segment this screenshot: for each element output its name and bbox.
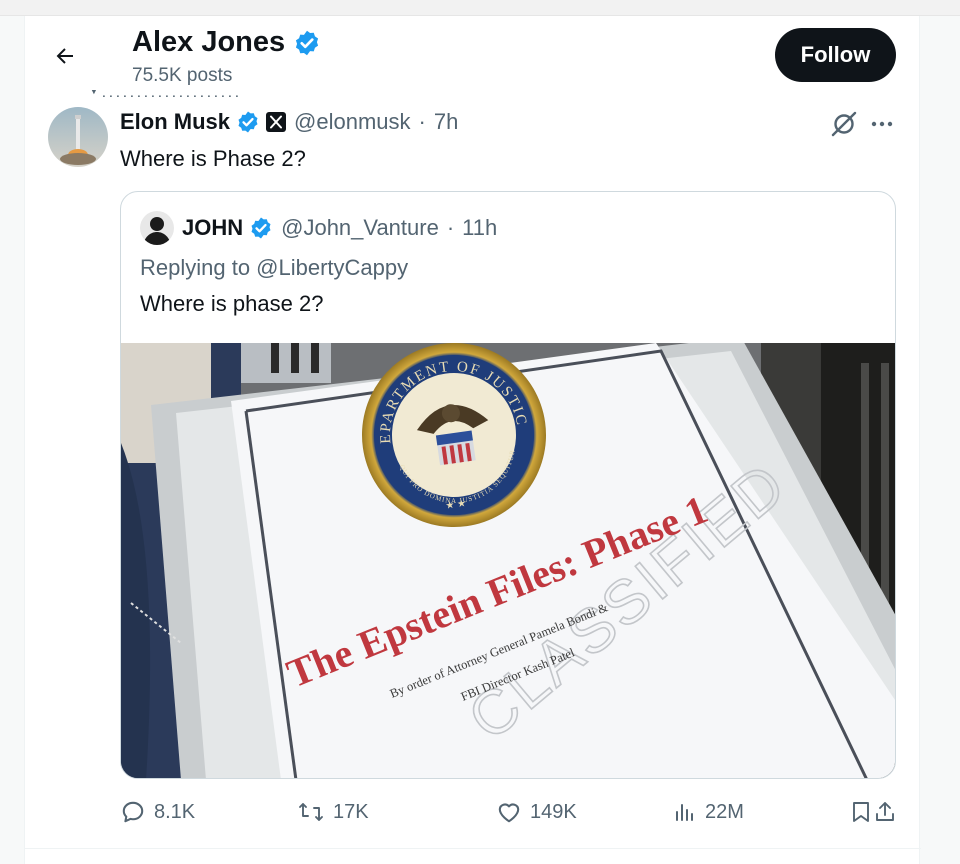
share-icon <box>876 802 894 821</box>
like-count: 149K <box>530 800 577 823</box>
timeline-column: Alex Jones 75.5K posts Follow ▼ ̣ ̣ ̣ ̣ … <box>24 16 921 864</box>
views-chart-icon <box>676 804 693 821</box>
reply-action[interactable]: 8.1K <box>120 795 195 829</box>
repost-action[interactable]: 17K <box>297 795 369 829</box>
follow-button[interactable]: Follow <box>775 28 896 82</box>
profile-name: Alex Jones <box>132 26 286 58</box>
verified-badge-icon <box>238 111 258 133</box>
quote-time[interactable]: 11h <box>462 215 497 241</box>
quote-image[interactable]: DEPARTMENT OF JUSTICE QUI PRO DOMINA JUS… <box>121 337 895 778</box>
post-divider <box>25 848 921 849</box>
more-options-icon[interactable] <box>867 111 897 137</box>
clipped-context-text: ▼ ̣ ̣ ̣ ̣ ̣ ̣ ̣ ̣ ̣ ̣ ̣ ̣ ̣ ̣ ̣ ̣ ̣ ̣ ̣ … <box>85 90 305 100</box>
browser-top-strip <box>0 0 960 16</box>
back-arrow-icon[interactable] <box>49 40 81 72</box>
reply-icon <box>122 801 144 823</box>
john-avatar[interactable] <box>140 211 174 245</box>
profile-title: Alex Jones <box>132 26 321 59</box>
elon-avatar[interactable] <box>48 107 108 167</box>
post-handle[interactable]: @elonmusk <box>294 109 411 135</box>
verified-badge-icon <box>296 30 319 55</box>
repost-count: 17K <box>333 800 369 823</box>
dot-separator: · <box>418 109 426 134</box>
post-header: Elon Musk @elonmusk · 7h <box>120 107 458 137</box>
post-text: Where is Phase 2? <box>120 146 306 171</box>
bookmark-action[interactable] <box>849 795 873 829</box>
dot-separator: · <box>446 215 455 240</box>
posts-count: 75.5K posts <box>132 65 233 86</box>
reply-count: 8.1K <box>154 800 196 823</box>
quote-author-name[interactable]: JOHN <box>182 215 243 241</box>
quote-handle[interactable]: @John_Vanture <box>281 215 439 241</box>
quoted-post[interactable]: JOHN @John_Vanture · 11h Replying to @Li… <box>120 191 896 779</box>
grok-icon[interactable] <box>829 109 859 139</box>
share-action[interactable] <box>873 795 897 829</box>
quote-text: Where is phase 2? <box>140 291 324 316</box>
like-action[interactable]: 149K <box>496 795 577 829</box>
post-author-name[interactable]: Elon Musk <box>120 109 230 135</box>
x-affiliate-badge-icon <box>266 112 287 132</box>
quote-header: JOHN @John_Vanture · 11h <box>182 213 497 243</box>
views-action[interactable]: 22M <box>673 795 744 829</box>
bookmark-icon <box>853 802 869 822</box>
post-actions-bar: 8.1K 17K 149K 22M <box>120 795 897 829</box>
verified-badge-icon <box>251 217 271 239</box>
heart-icon <box>498 803 520 823</box>
repost-icon <box>299 803 323 821</box>
post-time[interactable]: 7h <box>434 109 458 135</box>
view-count: 22M <box>705 800 744 823</box>
replying-to-text[interactable]: Replying to @LibertyCappy <box>140 255 408 281</box>
